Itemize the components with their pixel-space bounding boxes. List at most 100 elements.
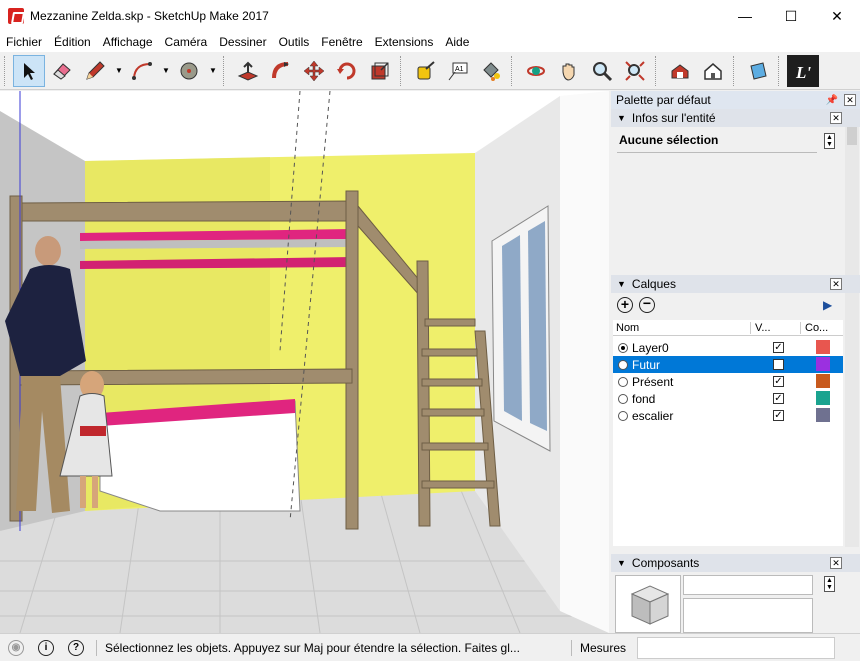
menu-outils[interactable]: Outils bbox=[273, 32, 316, 52]
arc-tool-button[interactable] bbox=[126, 55, 158, 87]
component-description-field[interactable] bbox=[683, 598, 813, 633]
text-tool-button[interactable]: A1 bbox=[442, 55, 474, 87]
layer-name: Layer0 bbox=[632, 340, 669, 355]
eraser-tool-button[interactable] bbox=[46, 55, 78, 87]
active-layer-radio[interactable] bbox=[618, 410, 628, 421]
visible-checkbox[interactable]: ✓ bbox=[773, 342, 784, 353]
modeling-viewport[interactable] bbox=[0, 91, 609, 633]
toolbar-separator bbox=[511, 55, 517, 86]
pan-tool-button[interactable] bbox=[553, 55, 585, 87]
follow-me-icon bbox=[272, 61, 289, 78]
scale-tool-button[interactable] bbox=[364, 55, 396, 87]
layers-header[interactable]: ▼ Calques ✕ bbox=[611, 275, 860, 293]
tape-measure-icon bbox=[417, 60, 435, 79]
close-button[interactable]: ✕ bbox=[814, 0, 860, 32]
expand-toggle[interactable]: ▲ ▼ bbox=[824, 576, 835, 592]
layer-color-swatch[interactable] bbox=[816, 408, 830, 422]
measurements-input[interactable] bbox=[637, 637, 835, 659]
paint-bucket-tool-button[interactable] bbox=[475, 55, 507, 87]
active-layer-radio[interactable] bbox=[618, 376, 628, 387]
measurements-label: Mesures bbox=[580, 640, 627, 655]
menu-dessiner[interactable]: Dessiner bbox=[213, 32, 272, 52]
active-layer-radio[interactable] bbox=[618, 342, 628, 353]
tray-close-button[interactable]: ✕ bbox=[844, 94, 856, 106]
zoom-extents-tool-button[interactable] bbox=[619, 55, 651, 87]
help-icon[interactable]: ? bbox=[68, 639, 84, 656]
circle-dropdown[interactable]: ▼ bbox=[206, 55, 220, 87]
component-preview bbox=[615, 575, 681, 633]
select-tool-button[interactable] bbox=[13, 54, 45, 87]
layer-details-icon[interactable]: ▶ bbox=[823, 298, 832, 312]
divider bbox=[617, 152, 817, 153]
scrollbar-thumb[interactable] bbox=[847, 127, 857, 145]
move-tool-button[interactable] bbox=[298, 55, 330, 87]
visible-checkbox[interactable] bbox=[773, 359, 784, 370]
menu-camera[interactable]: Caméra bbox=[159, 32, 214, 52]
visible-checkbox[interactable]: ✓ bbox=[773, 376, 784, 387]
pin-icon[interactable]: 📌 bbox=[826, 95, 838, 106]
add-layer-icon[interactable]: + bbox=[617, 297, 633, 313]
layer-row-futur[interactable]: Futur bbox=[613, 356, 843, 373]
maximize-button[interactable]: ☐ bbox=[768, 0, 814, 32]
column-name[interactable]: Nom bbox=[616, 322, 750, 334]
pencil-dropdown[interactable]: ▼ bbox=[112, 55, 126, 87]
visible-checkbox[interactable]: ✓ bbox=[773, 410, 784, 421]
layer-color-swatch[interactable] bbox=[816, 374, 830, 388]
layers-table-header: Nom V... Co... bbox=[613, 320, 843, 336]
minimize-button[interactable]: — bbox=[722, 0, 768, 32]
layout-send-button[interactable] bbox=[742, 55, 774, 87]
entity-info-close-button[interactable]: ✕ bbox=[830, 112, 842, 124]
components-close-button[interactable]: ✕ bbox=[830, 557, 842, 569]
layout-send-icon bbox=[750, 61, 767, 80]
circle-tool-button[interactable] bbox=[173, 55, 205, 87]
push-pull-tool-button[interactable] bbox=[232, 55, 264, 87]
geo-location-icon[interactable]: ◉ bbox=[8, 639, 24, 656]
extension-warehouse-button[interactable] bbox=[697, 55, 729, 87]
layer-row-present[interactable]: Présent bbox=[613, 373, 843, 390]
layer-color-swatch[interactable] bbox=[816, 391, 830, 405]
layer-name: Présent bbox=[632, 374, 674, 389]
menu-fichier[interactable]: Fichier bbox=[0, 32, 48, 52]
layer-row-layer0[interactable]: Layer0 bbox=[613, 339, 843, 356]
scene-drawing bbox=[0, 91, 609, 633]
arc-dropdown[interactable]: ▼ bbox=[159, 55, 173, 87]
layout-button[interactable]: L' bbox=[787, 54, 819, 87]
layer-name: Futur bbox=[632, 357, 661, 372]
active-layer-radio[interactable] bbox=[618, 359, 628, 370]
sketchup-logo-icon bbox=[8, 8, 24, 24]
visible-checkbox[interactable]: ✓ bbox=[773, 393, 784, 404]
layer-color-swatch[interactable] bbox=[816, 357, 830, 371]
rotate-tool-button[interactable] bbox=[331, 55, 363, 87]
info-icon[interactable]: i bbox=[38, 639, 54, 656]
move-icon bbox=[303, 60, 325, 81]
layers-close-button[interactable]: ✕ bbox=[830, 278, 842, 290]
tape-measure-tool-button[interactable] bbox=[409, 55, 441, 87]
tray-scrollbar[interactable] bbox=[845, 127, 859, 547]
menu-extensions[interactable]: Extensions bbox=[369, 32, 440, 52]
components-header[interactable]: ▼ Composants ✕ bbox=[611, 554, 860, 572]
pencil-tool-button[interactable] bbox=[79, 55, 111, 87]
zoom-tool-button[interactable] bbox=[586, 55, 618, 87]
entity-info-header[interactable]: ▼ Infos sur l'entité ✕ bbox=[611, 109, 860, 127]
component-name-field[interactable] bbox=[683, 575, 813, 595]
warehouse-button[interactable] bbox=[664, 55, 696, 87]
menu-fenetre[interactable]: Fenêtre bbox=[315, 32, 368, 52]
follow-me-tool-button[interactable] bbox=[265, 55, 297, 87]
collapse-icon: ▼ bbox=[617, 558, 626, 568]
layer-color-swatch[interactable] bbox=[816, 340, 830, 354]
delete-layer-icon[interactable]: − bbox=[639, 296, 655, 313]
loft-post bbox=[345, 190, 359, 530]
column-color[interactable]: Co... bbox=[800, 321, 828, 334]
menu-edition[interactable]: Édition bbox=[48, 32, 97, 52]
expand-toggle[interactable]: ▲ ▼ bbox=[824, 133, 835, 149]
zoom-extents-icon bbox=[625, 60, 645, 81]
menu-aide[interactable]: Aide bbox=[439, 32, 475, 52]
orbit-tool-button[interactable] bbox=[520, 55, 552, 87]
column-visible[interactable]: V... bbox=[750, 321, 800, 334]
active-layer-radio[interactable] bbox=[618, 393, 628, 404]
menu-affichage[interactable]: Affichage bbox=[97, 32, 159, 52]
title-bar: Mezzanine Zelda.skp - SketchUp Make 2017… bbox=[0, 0, 860, 32]
layer-row-fond[interactable]: fond bbox=[613, 390, 843, 407]
layer-row-escalier[interactable]: escalier bbox=[613, 407, 843, 424]
default-tray: Palette par défaut 📌 ✕ ▼ Infos sur l'ent… bbox=[611, 91, 860, 633]
